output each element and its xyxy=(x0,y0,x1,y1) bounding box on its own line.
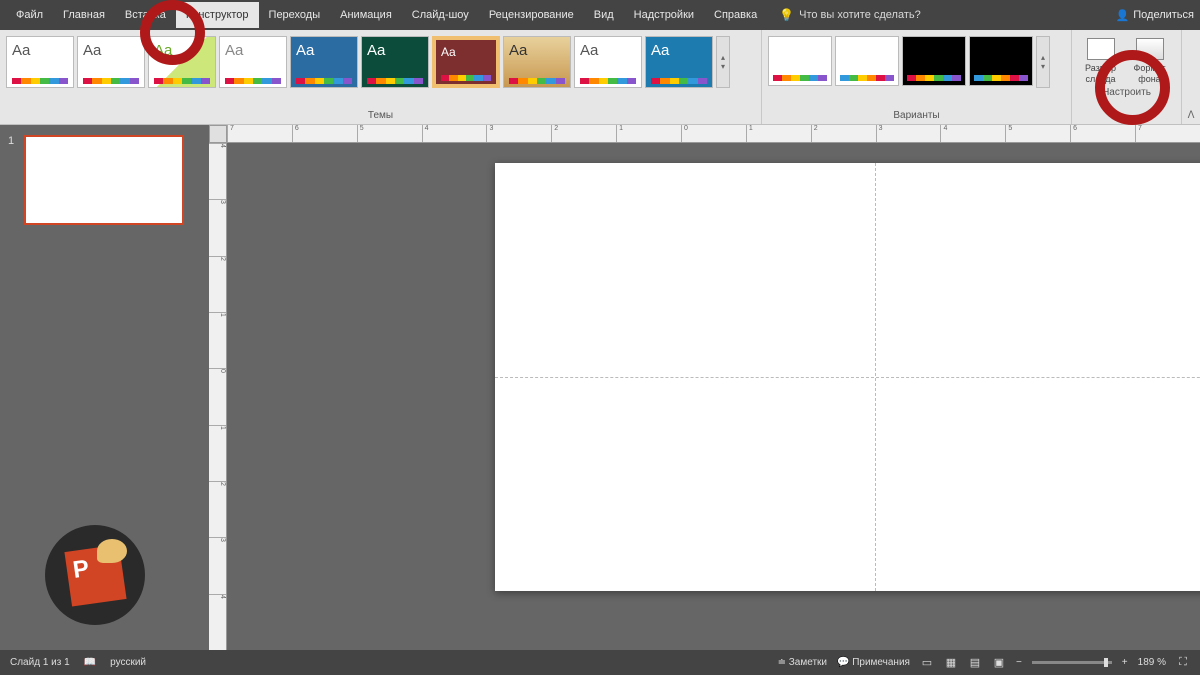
theme-thumb[interactable]: Aa xyxy=(432,36,500,88)
fit-to-window-button[interactable]: ⛶ xyxy=(1176,656,1190,670)
normal-view-button[interactable]: ▭ xyxy=(920,656,934,670)
share-icon: 👤 xyxy=(1116,9,1130,22)
variants-group: ▴▾ Варианты xyxy=(762,30,1072,124)
horizontal-guide[interactable] xyxy=(495,377,1200,378)
slide-counter: Слайд 1 из 1 xyxy=(10,657,70,668)
reading-view-button[interactable]: ▤ xyxy=(968,656,982,670)
slide-thumbnail[interactable] xyxy=(24,135,184,225)
menu-review[interactable]: Рецензирование xyxy=(479,2,584,28)
variant-thumb[interactable] xyxy=(969,36,1033,86)
themes-label: Темы xyxy=(6,108,755,124)
vertical-guide[interactable] xyxy=(875,163,876,591)
ruler-corner xyxy=(209,125,227,143)
slide-size-button[interactable]: Размер слайда xyxy=(1078,36,1123,85)
variant-thumb[interactable] xyxy=(768,36,832,86)
customize-label: Настроить xyxy=(1078,85,1175,101)
collapse-ribbon-button[interactable]: ᐱ xyxy=(1182,30,1200,124)
slide-editor[interactable]: 765432101234567 432101234 xyxy=(195,125,1200,650)
workspace: 1 765432101234567 432101234 xyxy=(0,125,1200,650)
variants-more-button[interactable]: ▴▾ xyxy=(1036,36,1050,88)
theme-thumb[interactable]: Aa xyxy=(574,36,642,88)
theme-thumb[interactable]: Aa xyxy=(77,36,145,88)
customize-group: Размер слайда Формат фона Настроить xyxy=(1072,30,1182,124)
menu-insert[interactable]: Вставка xyxy=(115,2,176,28)
comments-button[interactable]: 💬 Примечания xyxy=(837,657,910,668)
thumb-number: 1 xyxy=(8,135,18,225)
variant-thumb[interactable] xyxy=(902,36,966,86)
menu-addins[interactable]: Надстройки xyxy=(624,2,704,28)
statusbar: Слайд 1 из 1 📖 русский ≐ Заметки 💬 Приме… xyxy=(0,650,1200,675)
zoom-level[interactable]: 189 % xyxy=(1138,657,1166,668)
theme-thumb[interactable]: Aa xyxy=(290,36,358,88)
horizontal-ruler[interactable]: 765432101234567 xyxy=(227,125,1200,143)
menu-slideshow[interactable]: Слайд-шоу xyxy=(402,2,479,28)
variants-label: Варианты xyxy=(768,108,1065,124)
theme-thumb[interactable]: Aa xyxy=(645,36,713,88)
themes-group: Aa Aa Aa Aa Aa Aa Aa Aa Aa Aa ▴▾ Темы xyxy=(0,30,762,124)
menu-design[interactable]: Конструктор xyxy=(176,2,259,28)
notes-button[interactable]: ≐ Заметки xyxy=(778,657,827,668)
slideshow-view-button[interactable]: ▣ xyxy=(992,656,1006,670)
menu-animation[interactable]: Анимация xyxy=(330,2,402,28)
theme-thumb[interactable]: Aa xyxy=(361,36,429,88)
sorter-view-button[interactable]: ▦ xyxy=(944,656,958,670)
theme-thumb[interactable]: Aa xyxy=(503,36,571,88)
menu-help[interactable]: Справка xyxy=(704,2,767,28)
zoom-slider[interactable] xyxy=(1032,661,1112,664)
theme-thumb[interactable]: Aa xyxy=(6,36,74,88)
powerpoint-badge-icon xyxy=(45,525,145,625)
zoom-out-button[interactable]: − xyxy=(1016,657,1022,668)
ribbon: Aa Aa Aa Aa Aa Aa Aa Aa Aa Aa ▴▾ Темы ▴▾… xyxy=(0,30,1200,125)
slide-canvas[interactable] xyxy=(495,163,1200,591)
theme-thumb[interactable]: Aa xyxy=(219,36,287,88)
zoom-in-button[interactable]: + xyxy=(1122,657,1128,668)
menu-view[interactable]: Вид xyxy=(584,2,624,28)
themes-more-button[interactable]: ▴▾ xyxy=(716,36,730,88)
tell-me-search[interactable]: 💡Что вы хотите сделать? xyxy=(779,8,921,22)
theme-thumb[interactable]: Aa xyxy=(148,36,216,88)
vertical-ruler[interactable]: 432101234 xyxy=(209,143,227,650)
variant-thumb[interactable] xyxy=(835,36,899,86)
menu-transitions[interactable]: Переходы xyxy=(259,2,331,28)
menu-file[interactable]: Файл xyxy=(6,2,53,28)
lightbulb-icon: 💡 xyxy=(779,8,794,22)
menubar: Файл Главная Вставка Конструктор Переход… xyxy=(0,0,1200,30)
spellcheck-icon[interactable]: 📖 xyxy=(84,657,96,668)
format-background-button[interactable]: Формат фона xyxy=(1127,36,1172,85)
language-indicator[interactable]: русский xyxy=(110,657,146,668)
menu-home[interactable]: Главная xyxy=(53,2,115,28)
share-button[interactable]: 👤Поделиться xyxy=(1116,9,1194,22)
